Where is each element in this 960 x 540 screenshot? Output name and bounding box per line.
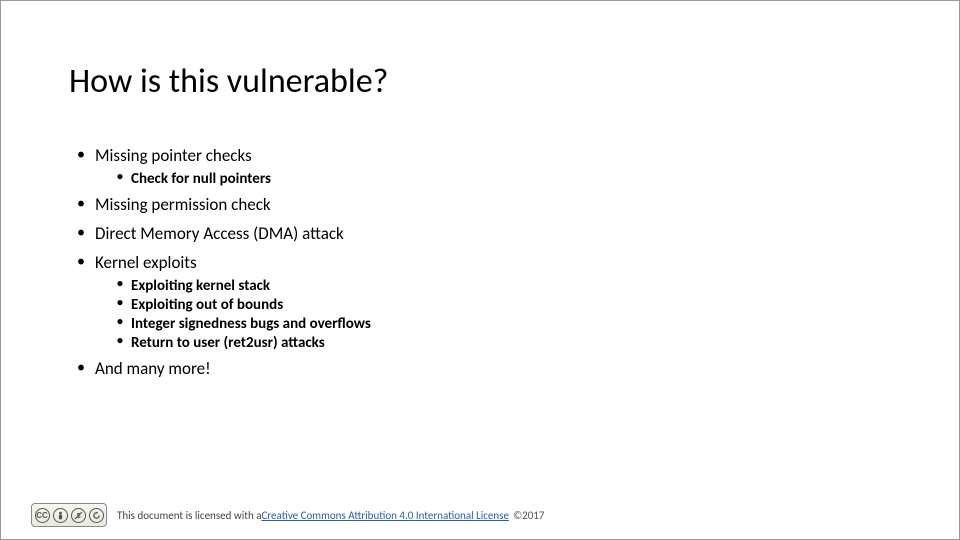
cc-nc-icon: $	[71, 508, 86, 523]
sub-bullet-list: Check for null pointers	[109, 170, 899, 188]
cc-sa-icon	[89, 508, 104, 523]
sub-bullet-item: Integer signedness bugs and overflows	[109, 315, 899, 333]
page-title: How is this vulnerable?	[69, 61, 388, 102]
license-link[interactable]: Creative Commons Attribution 4.0 Interna…	[262, 509, 509, 522]
cc-logo-icon: CC	[35, 508, 50, 523]
sub-bullet-item: Check for null pointers	[109, 170, 899, 188]
body-content: Missing pointer checks Check for null po…	[69, 141, 899, 387]
bullet-text: Missing pointer checks	[95, 145, 252, 166]
sub-bullet-item: Exploiting kernel stack	[109, 277, 899, 295]
bullet-item: Direct Memory Access (DMA) attack	[69, 223, 899, 244]
bullet-item: And many more!	[69, 358, 899, 379]
copyright: ©2017	[513, 509, 544, 522]
sub-bullet-list: Exploiting kernel stack Exploiting out o…	[109, 277, 899, 352]
bullet-list: Missing pointer checks Check for null po…	[69, 145, 899, 379]
bullet-item: Missing permission check	[69, 194, 899, 215]
cc-license-icon: CC $	[31, 503, 107, 527]
sub-bullet-item: Exploiting out of bounds	[109, 296, 899, 314]
bullet-item: Missing pointer checks Check for null po…	[69, 145, 899, 188]
sub-bullet-item: Return to user (ret2usr) attacks	[109, 334, 899, 352]
slide: How is this vulnerable? Missing pointer …	[0, 0, 960, 540]
cc-by-icon	[53, 508, 68, 523]
footer: CC $ This document is licensed with a Cr…	[31, 503, 544, 527]
bullet-item: Kernel exploits Exploiting kernel stack …	[69, 252, 899, 352]
footer-text: This document is licensed with a	[117, 509, 262, 522]
bullet-text: Kernel exploits	[95, 252, 197, 273]
